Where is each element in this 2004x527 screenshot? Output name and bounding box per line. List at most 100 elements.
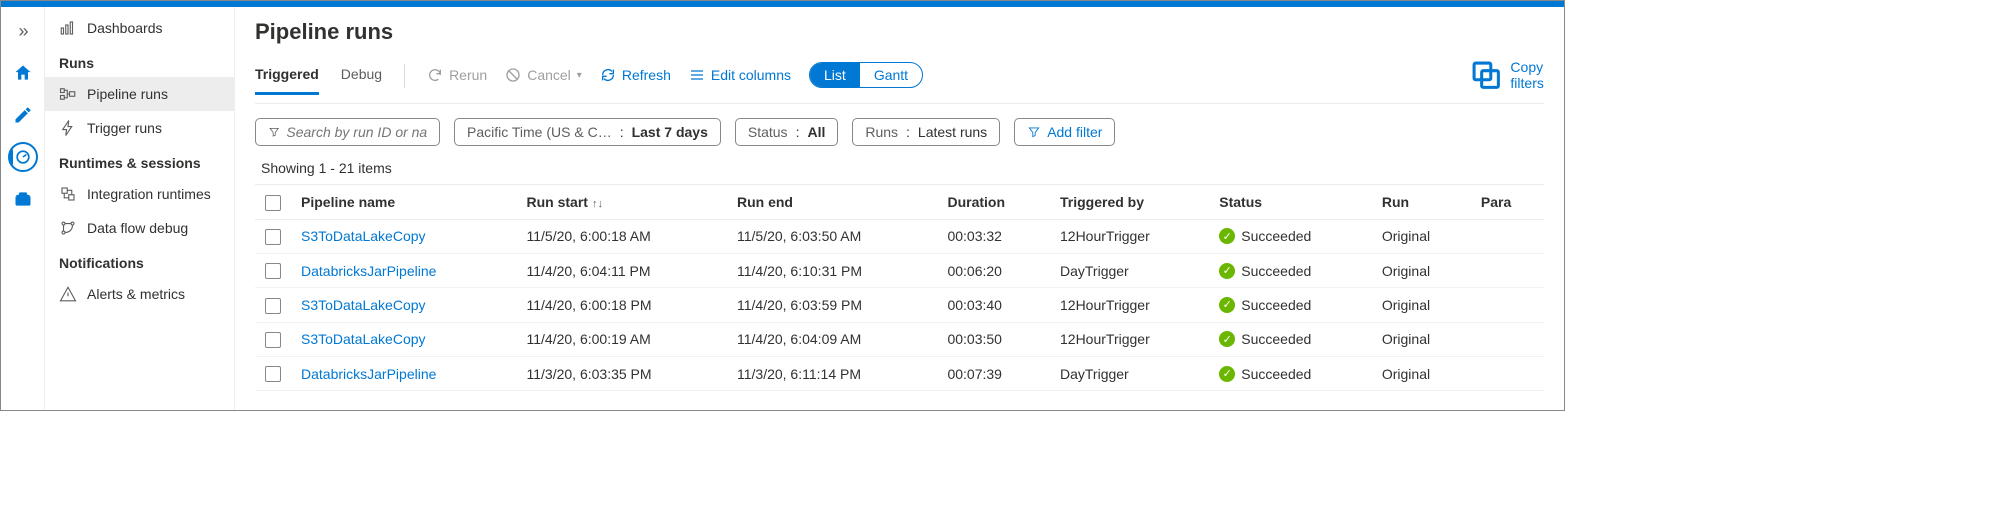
col-status[interactable]: Status [1209,185,1372,219]
col-run[interactable]: Run [1372,185,1471,219]
sidebar-item-dashboards[interactable]: Dashboards [45,11,234,45]
rail-monitor-button[interactable] [8,142,38,172]
toggle-list[interactable]: List [810,63,860,87]
col-params[interactable]: Para [1471,185,1544,219]
pipeline-link[interactable]: S3ToDataLakeCopy [301,228,426,244]
cell-run-end: 11/4/20, 6:03:59 PM [727,288,937,322]
cmd-label: Cancel [527,67,571,83]
filter-label: Pacific Time (US & C… [467,124,612,140]
check-icon: ✓ [1219,228,1235,244]
copy-filters-button[interactable]: Copy filters [1468,57,1544,103]
rail-home-button[interactable] [3,53,43,93]
table-row: DatabricksJarPipeline 11/4/20, 6:04:11 PM… [255,254,1544,288]
toggle-gantt[interactable]: Gantt [860,63,922,87]
cell-duration: 00:07:39 [937,356,1050,390]
cell-run-type: Original [1372,254,1471,288]
view-tabs: Triggered Debug [255,66,382,95]
pipeline-link[interactable]: DatabricksJarPipeline [301,263,436,279]
table-header-row: Pipeline name Run start↑↓ Run end Durati… [255,185,1544,219]
select-all-checkbox[interactable] [265,195,281,211]
filter-sep: : [796,124,800,140]
sidebar-item-pipeline-runs[interactable]: Pipeline runs [45,77,234,111]
col-duration[interactable]: Duration [937,185,1050,219]
view-toggle: List Gantt [809,62,923,88]
row-checkbox[interactable] [265,366,281,382]
filter-add-icon [1027,125,1041,139]
sidebar-label: Alerts & metrics [87,286,185,302]
command-bar: Triggered Debug Rerun Cancel ▾ Refresh E… [255,57,1544,104]
tab-debug[interactable]: Debug [341,66,382,95]
header-label: Run start [527,194,588,210]
sidebar-item-data-flow-debug[interactable]: Data flow debug [45,211,234,245]
pipeline-link[interactable]: S3ToDataLakeCopy [301,297,426,313]
rerun-button[interactable]: Rerun [427,67,487,93]
check-icon: ✓ [1219,263,1235,279]
table-row: S3ToDataLakeCopy11/5/20, 6:00:18 AM11/5/… [255,219,1544,253]
divider [404,64,405,88]
check-icon: ✓ [1219,366,1235,382]
trigger-icon [59,119,77,137]
cell-run-end: 11/3/20, 6:11:14 PM [727,356,937,390]
row-checkbox[interactable] [265,298,281,314]
status-badge: ✓Succeeded [1219,263,1362,279]
cell-trigger: 12HourTrigger [1050,322,1209,356]
col-run-end[interactable]: Run end [727,185,937,219]
cell-params [1471,288,1544,322]
alert-icon [59,285,77,303]
sidebar-label: Integration runtimes [87,186,211,202]
col-pipeline-name[interactable]: Pipeline name [291,185,517,219]
filter-runs[interactable]: Runs : Latest runs [852,118,1000,146]
chevron-down-icon: ▾ [577,70,582,81]
sidebar-label: Dashboards [87,20,163,36]
status-badge: ✓Succeeded [1219,228,1362,244]
sidebar-item-alerts[interactable]: Alerts & metrics [45,277,234,311]
cell-params [1471,322,1544,356]
cell-run-type: Original [1372,322,1471,356]
cell-trigger: 12HourTrigger [1050,219,1209,253]
expand-rail-button[interactable]: » [3,11,43,51]
pipeline-link[interactable]: DatabricksJarPipeline [301,366,436,382]
table-row: S3ToDataLakeCopy11/4/20, 6:00:19 AM11/4/… [255,322,1544,356]
cell-run-start: 11/4/20, 6:04:11 PM [517,254,727,288]
row-checkbox[interactable] [265,332,281,348]
search-input-wrapper[interactable] [255,118,440,146]
rail-author-button[interactable] [3,95,43,135]
cell-run-end: 11/4/20, 6:10:31 PM [727,254,937,288]
sort-icon: ↑↓ [588,198,603,210]
refresh-button[interactable]: Refresh [600,67,671,93]
pipeline-link[interactable]: S3ToDataLakeCopy [301,331,426,347]
table-row: DatabricksJarPipeline11/3/20, 6:03:35 PM… [255,356,1544,390]
cell-duration: 00:03:50 [937,322,1050,356]
rail-manage-button[interactable] [3,179,43,219]
refresh-icon [600,67,616,83]
columns-icon [689,67,705,83]
pencil-icon [13,105,33,125]
col-triggered-by[interactable]: Triggered by [1050,185,1209,219]
filter-timezone[interactable]: Pacific Time (US & C… : Last 7 days [454,118,721,146]
filter-status[interactable]: Status : All [735,118,838,146]
main-content: Pipeline runs Triggered Debug Rerun Canc… [235,7,1564,410]
filter-label: Runs [865,124,898,140]
filter-sep: : [906,124,910,140]
search-input[interactable] [286,124,427,140]
sidebar-item-integration-runtimes[interactable]: Integration runtimes [45,177,234,211]
sidebar-item-trigger-runs[interactable]: Trigger runs [45,111,234,145]
cell-run-start: 11/4/20, 6:00:19 AM [517,322,727,356]
cell-run-type: Original [1372,288,1471,322]
home-icon [13,63,33,83]
runs-table: Pipeline name Run start↑↓ Run end Durati… [255,184,1544,391]
add-filter-button[interactable]: Add filter [1014,118,1115,146]
col-run-start[interactable]: Run start↑↓ [517,185,727,219]
copy-icon [1468,57,1504,93]
cell-params [1471,356,1544,390]
row-checkbox[interactable] [265,229,281,245]
tab-triggered[interactable]: Triggered [255,66,319,95]
cell-params [1471,254,1544,288]
row-checkbox[interactable] [265,263,281,279]
cell-run-type: Original [1372,219,1471,253]
filter-value: All [807,124,825,140]
cmd-label: Edit columns [711,67,791,83]
cell-duration: 00:06:20 [937,254,1050,288]
edit-columns-button[interactable]: Edit columns [689,67,791,93]
cancel-button[interactable]: Cancel ▾ [505,67,582,93]
